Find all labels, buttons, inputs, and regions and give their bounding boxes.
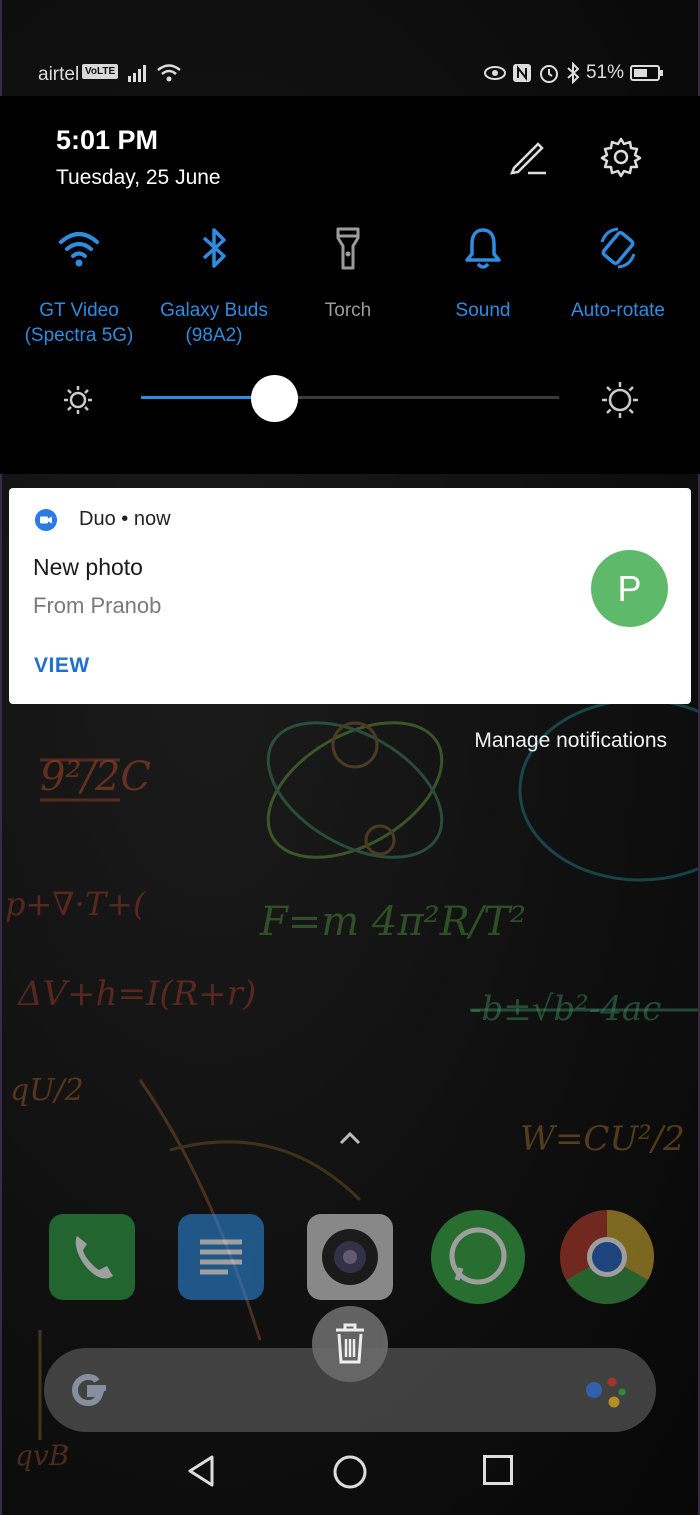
bluetooth-icon bbox=[567, 62, 580, 84]
alarm-icon bbox=[539, 65, 558, 83]
duo-app-icon bbox=[35, 509, 57, 531]
tile-bluetooth-sublabel: (98A2) bbox=[185, 325, 243, 346]
nfc-icon bbox=[512, 64, 531, 82]
phone-app-icon[interactable] bbox=[49, 1214, 135, 1300]
carrier-name: airtel bbox=[38, 64, 80, 85]
camera-app-icon[interactable] bbox=[307, 1214, 393, 1300]
svg-text:F=m 4π²R/T²: F=m 4π²R/T² bbox=[259, 899, 526, 945]
clock-date: Tuesday, 25 June bbox=[56, 166, 221, 189]
brightness-high-icon bbox=[602, 382, 638, 418]
sender-avatar: P bbox=[591, 550, 668, 627]
duo-notification-card[interactable]: Duo • now New photo From Pranob P VIEW bbox=[9, 488, 691, 704]
tile-torch-label: Torch bbox=[324, 300, 372, 321]
svg-text:9²/2C: 9²/2C bbox=[40, 754, 151, 800]
google-assistant-icon[interactable] bbox=[584, 1372, 628, 1412]
notification-app-name: Duo bbox=[79, 508, 116, 530]
tile-bluetooth-label: Galaxy Buds bbox=[160, 300, 268, 321]
recents-icon[interactable] bbox=[482, 1454, 514, 1486]
svg-text:W=CU²/2: W=CU²/2 bbox=[520, 1119, 685, 1159]
tile-wifi[interactable]: GT Video (Spectra 5G) bbox=[12, 226, 146, 348]
brightness-slider[interactable] bbox=[141, 396, 559, 399]
svg-text:ΔV+h=I(R+r): ΔV+h=I(R+r) bbox=[16, 974, 256, 1014]
notification-time: now bbox=[133, 508, 171, 530]
trash-icon bbox=[336, 1323, 364, 1364]
docs-app-icon[interactable] bbox=[178, 1214, 264, 1300]
tile-sound[interactable]: Sound bbox=[416, 226, 550, 323]
tile-bluetooth[interactable]: Galaxy Buds (98A2) bbox=[147, 226, 281, 348]
tile-wifi-sublabel: (Spectra 5G) bbox=[24, 325, 134, 346]
edit-pencil-icon[interactable] bbox=[508, 136, 548, 176]
gear-icon[interactable] bbox=[600, 136, 642, 178]
wifi-icon bbox=[59, 232, 99, 267]
view-button[interactable]: VIEW bbox=[34, 654, 90, 678]
notification-separator: • bbox=[121, 508, 129, 530]
brightness-slider-thumb[interactable] bbox=[251, 375, 299, 422]
svg-text:p+∇·T+(: p+∇·T+( bbox=[5, 885, 147, 923]
battery-icon bbox=[630, 65, 663, 81]
volte-badge: VoLTE bbox=[82, 64, 119, 79]
chevron-up-icon[interactable] bbox=[338, 1130, 362, 1146]
bell-icon bbox=[465, 228, 501, 269]
navigation-bar bbox=[0, 1440, 700, 1515]
torch-icon bbox=[336, 227, 360, 270]
tile-wifi-label: GT Video bbox=[39, 300, 119, 321]
notification-text: From Pranob bbox=[33, 593, 162, 618]
notification-header: Duo • now bbox=[79, 508, 171, 531]
svg-text:qU/2: qU/2 bbox=[10, 1073, 84, 1108]
tile-torch[interactable]: Torch bbox=[281, 226, 415, 323]
clock-time: 5:01 PM bbox=[56, 125, 159, 155]
remove-trash-target[interactable] bbox=[312, 1306, 388, 1382]
google-g-icon bbox=[71, 1373, 106, 1407]
battery-percent: 51% bbox=[585, 62, 624, 83]
auto-rotate-icon bbox=[600, 227, 636, 269]
bluetooth-icon bbox=[202, 228, 226, 268]
chrome-app-icon[interactable] bbox=[560, 1210, 655, 1305]
back-icon[interactable] bbox=[186, 1454, 216, 1488]
eye-comfort-icon bbox=[483, 66, 506, 80]
tile-sound-label: Sound bbox=[455, 300, 511, 321]
manage-notifications-link[interactable]: Manage notifications bbox=[474, 729, 667, 753]
tile-auto-rotate-label: Auto-rotate bbox=[571, 300, 665, 321]
tile-auto-rotate[interactable]: Auto-rotate bbox=[551, 226, 685, 323]
home-icon[interactable] bbox=[332, 1454, 368, 1490]
notification-title: New photo bbox=[33, 554, 143, 580]
status-bar: airtel VoLTE 51% bbox=[0, 54, 700, 92]
brightness-low-icon bbox=[64, 386, 92, 414]
whatsapp-app-icon[interactable] bbox=[431, 1210, 525, 1304]
quick-settings-panel: 5:01 PM Tuesday, 25 June GT Video (Spectr… bbox=[0, 96, 700, 474]
svg-text:-b±√b²-4ac: -b±√b²-4ac bbox=[470, 989, 661, 1029]
wifi-icon bbox=[157, 64, 181, 82]
signal-icon bbox=[128, 65, 146, 82]
